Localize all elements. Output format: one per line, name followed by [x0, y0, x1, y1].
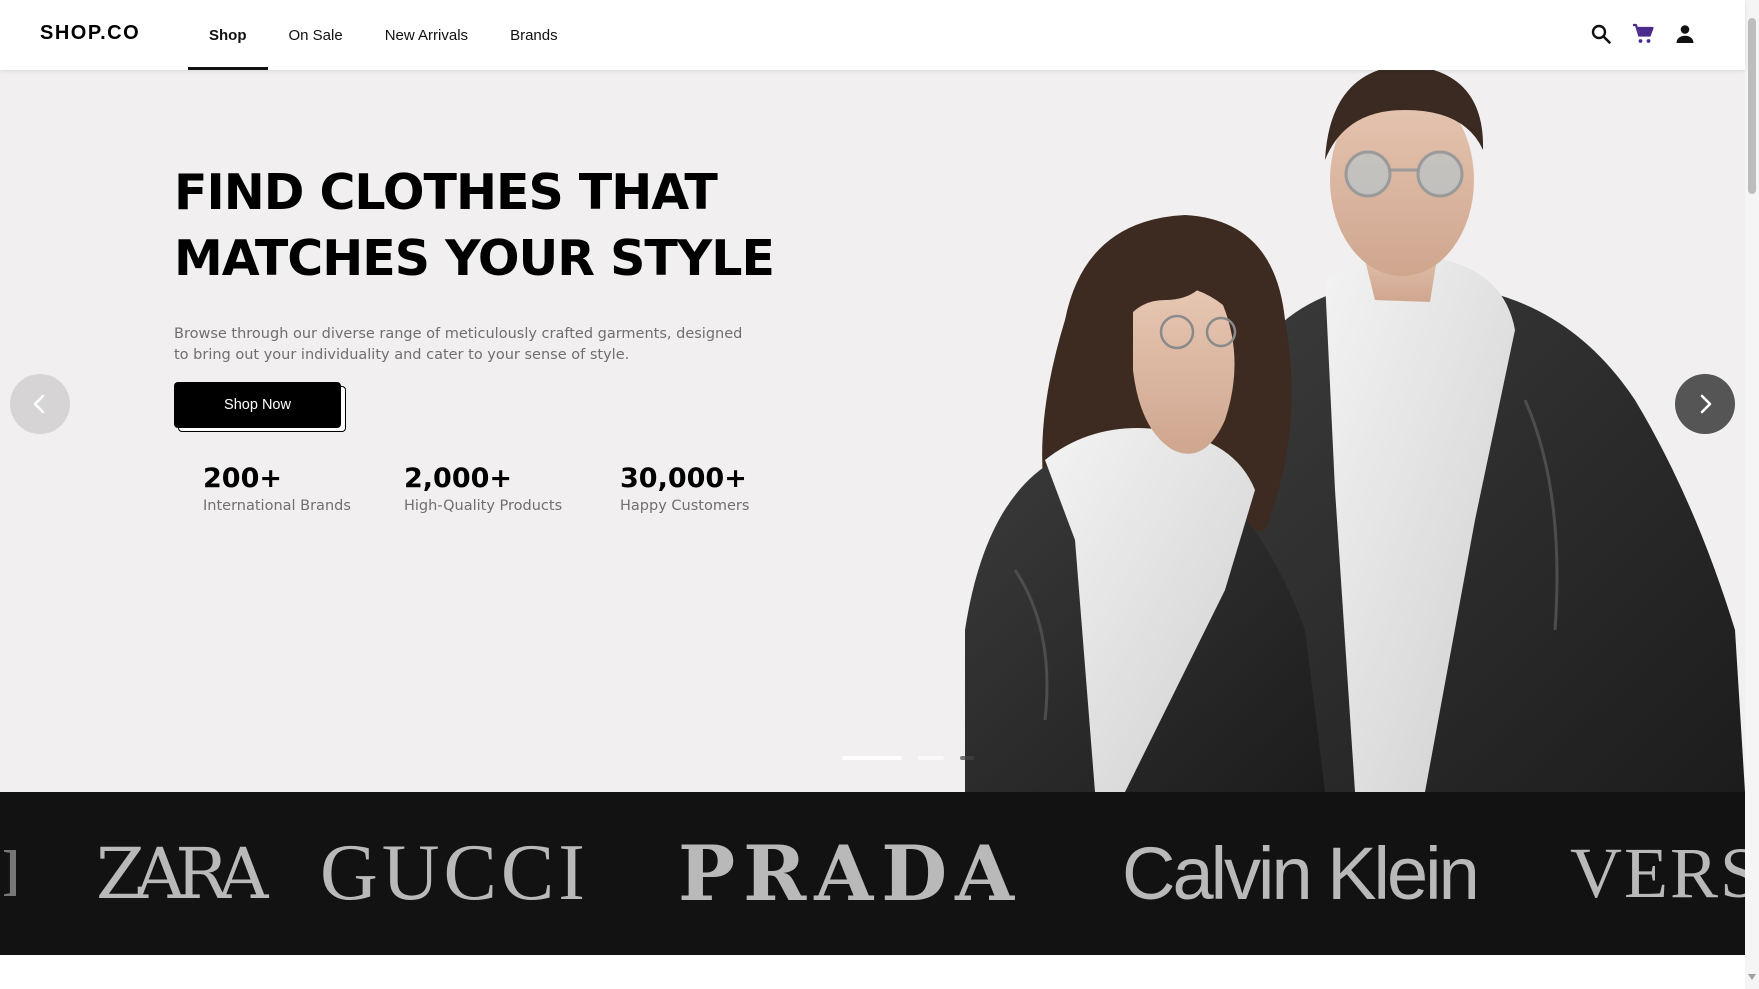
brand-logo-prada: PRADA [678, 829, 1023, 918]
scrollbar-thumb[interactable] [1748, 18, 1756, 194]
nav-item-brands[interactable]: Brands [489, 0, 579, 70]
brand-strip: E ZARA GUCCI PRADA Calvin Klein VERS [0, 792, 1745, 955]
brand-logo-gucci: GUCCI [320, 829, 589, 917]
nav-item-new-arrivals[interactable]: New Arrivals [364, 0, 489, 70]
carousel-dot-3[interactable] [960, 756, 974, 760]
brand-logo-calvin-klein: Calvin Klein [1122, 832, 1480, 915]
search-icon[interactable] [1589, 22, 1613, 46]
carousel-next-button[interactable] [1675, 374, 1735, 434]
nav-item-shop[interactable]: Shop [188, 0, 268, 70]
hero-models-image [965, 70, 1745, 792]
main-nav: Shop On Sale New Arrivals Brands [188, 0, 579, 70]
stat-value: 2,000+ [404, 463, 513, 494]
cart-icon[interactable] [1631, 22, 1655, 46]
site-logo[interactable]: SHOP.CO [40, 22, 140, 45]
chevron-left-icon [33, 394, 45, 414]
hero-description: Browse through our diverse range of meti… [174, 326, 743, 363]
site-header: SHOP.CO Shop On Sale New Arrivals Brands [0, 0, 1745, 70]
carousel-indicators [842, 756, 974, 760]
hero-title: FIND CLOTHES THAT MATCHES YOUR STYLE [174, 160, 794, 292]
stat-value: 200+ [203, 463, 282, 494]
brand-logo-partial: E [2, 792, 16, 955]
stat-label: High-Quality Products [404, 498, 563, 514]
carousel-dot-1[interactable] [842, 756, 902, 760]
stat-products: 2,000+ High-Quality Products [404, 462, 562, 514]
chevron-right-icon [1700, 394, 1712, 414]
page-scrollbar[interactable] [1745, 0, 1759, 989]
brand-logo-versace: VERS [1570, 833, 1745, 913]
brand-logo-zara: ZARA [96, 832, 268, 915]
stat-value: 30,000+ [620, 463, 747, 494]
stat-label: International Brands [203, 498, 351, 514]
stat-customers: 30,000+ Happy Customers [620, 462, 749, 514]
hero-banner: FIND CLOTHES THAT MATCHES YOUR STYLE Bro… [0, 70, 1745, 792]
hero-title-line-1: FIND CLOTHES THAT [174, 164, 718, 221]
nav-item-on-sale[interactable]: On Sale [268, 0, 364, 70]
shop-now-button[interactable]: Shop Now [174, 382, 341, 428]
shop-now-button-wrap: Shop Now [174, 382, 346, 432]
scroll-down-arrow-icon[interactable] [1748, 974, 1756, 980]
header-actions [1589, 22, 1697, 46]
account-icon[interactable] [1673, 22, 1697, 46]
carousel-dot-2[interactable] [918, 756, 944, 760]
stat-label: Happy Customers [620, 498, 750, 514]
carousel-prev-button[interactable] [10, 374, 70, 434]
hero-title-line-2: MATCHES YOUR STYLE [174, 230, 775, 287]
stat-brands: 200+ International Brands [203, 462, 351, 514]
